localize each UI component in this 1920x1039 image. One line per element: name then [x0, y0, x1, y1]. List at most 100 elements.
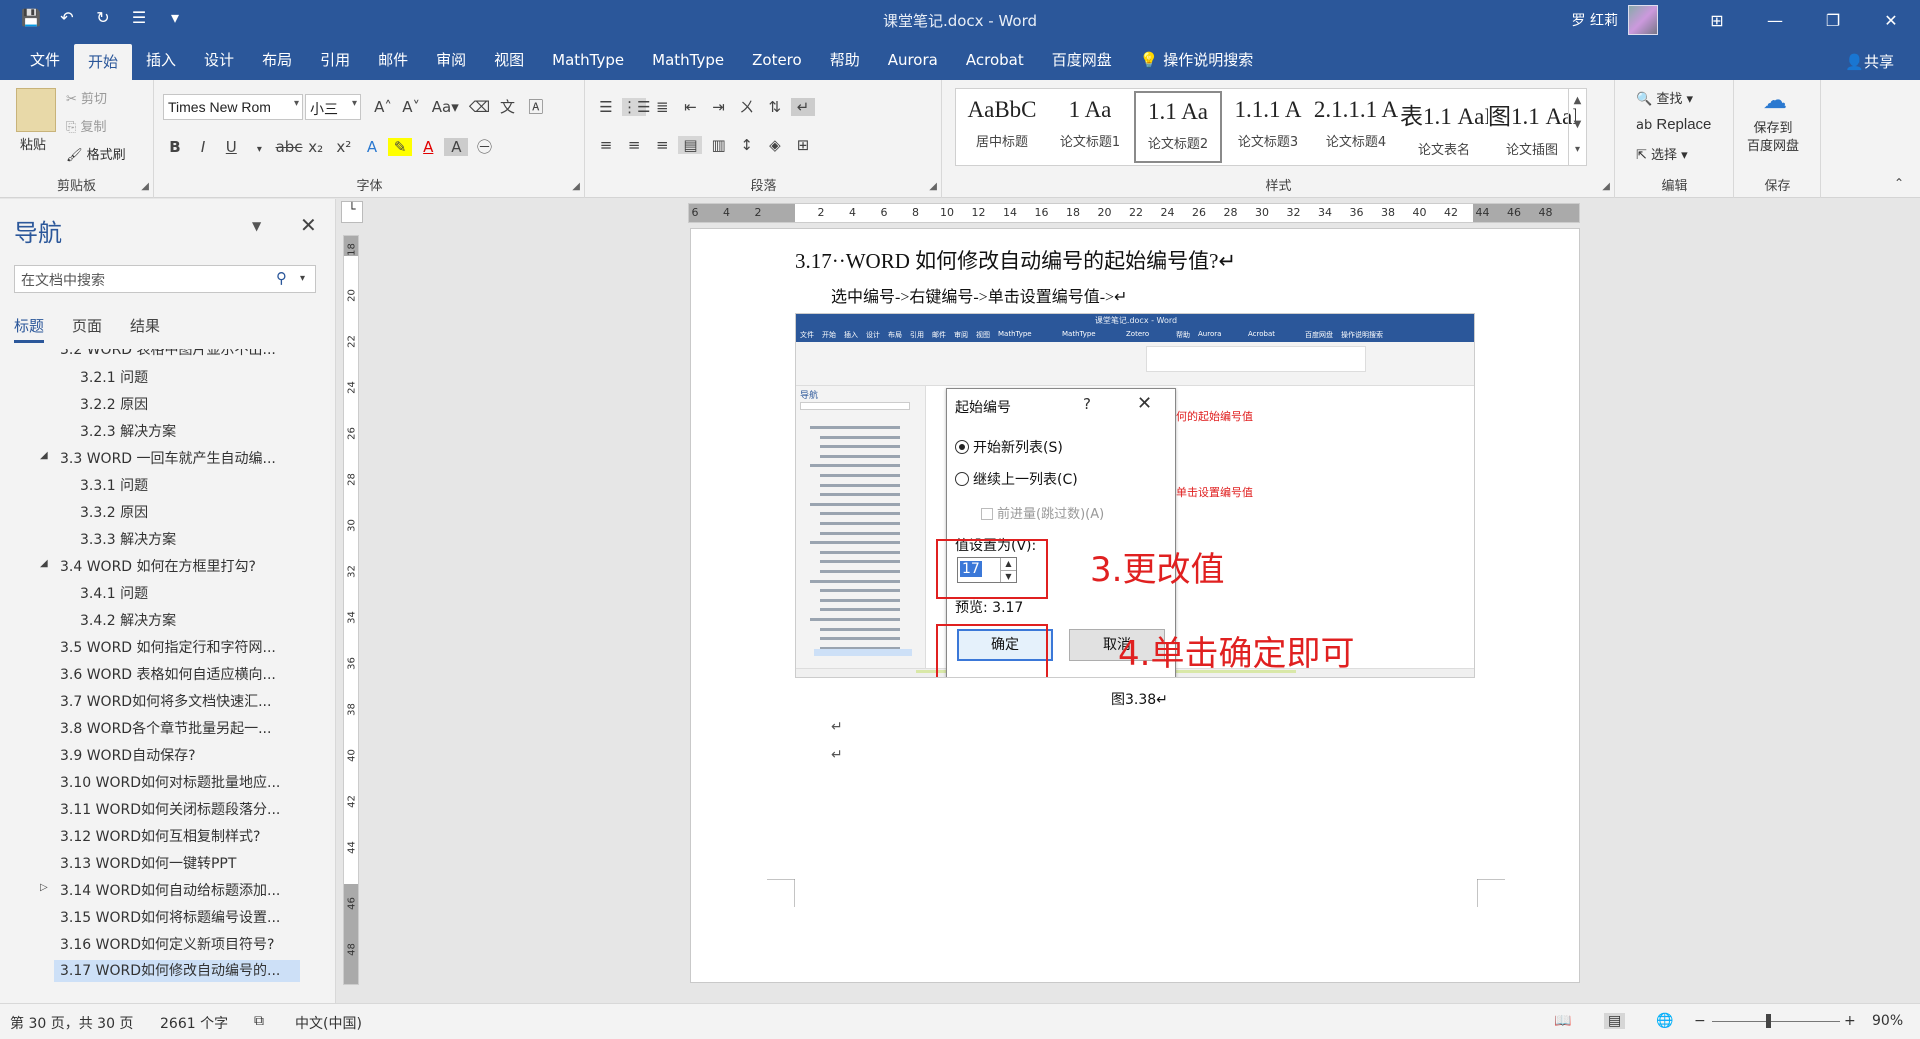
- document-heading[interactable]: 3.17··WORD 如何修改自动编号的起始编号值?↵: [795, 245, 1236, 275]
- avatar[interactable]: [1628, 5, 1658, 35]
- tab-mailings[interactable]: 邮件: [364, 40, 422, 80]
- dialog-launcher-icon[interactable]: ◢: [929, 181, 937, 192]
- tab-view[interactable]: 视图: [480, 40, 538, 80]
- nav-heading-item[interactable]: 3.14 WORD如何自动给标题添加...: [60, 880, 280, 902]
- select-button[interactable]: ⇱ 选择 ▾: [1636, 144, 1688, 163]
- align-center-icon[interactable]: ≡: [622, 136, 646, 154]
- decrease-indent-icon[interactable]: ⇤: [678, 98, 702, 116]
- dialog-launcher-icon[interactable]: ◢: [1602, 181, 1610, 192]
- undo-icon[interactable]: ↶: [56, 8, 78, 27]
- dialog-launcher-icon[interactable]: ◢: [141, 181, 149, 192]
- nav-heading-item[interactable]: 3.10 WORD如何对标题批量地应...: [60, 772, 280, 794]
- nav-tab-pages[interactable]: 页面: [72, 315, 102, 343]
- font-name-field[interactable]: Times New Rom ▾: [163, 94, 303, 120]
- embedded-screenshot[interactable]: 课堂笔记.docx - Word 文件 开始 插入 设计 布局 引用 邮件 审阅 视图 MathT…: [795, 313, 1475, 678]
- tab-aurora[interactable]: Aurora: [874, 40, 952, 80]
- nav-heading-item[interactable]: 3.6 WORD 表格如何自适应横向...: [60, 664, 276, 686]
- nav-heading-item[interactable]: 3.11 WORD如何关闭标题段落分...: [60, 799, 280, 821]
- grow-font-icon[interactable]: A˄: [371, 98, 395, 116]
- shrink-font-icon[interactable]: A˅: [399, 98, 423, 116]
- italic-icon[interactable]: I: [191, 138, 215, 156]
- nav-heading-item[interactable]: 3.4.2 解决方案: [80, 610, 176, 632]
- document-page[interactable]: 3.17··WORD 如何修改自动编号的起始编号值?↵ 选中编号->右键编号->…: [690, 228, 1580, 983]
- nav-heading-item[interactable]: 3.3.1 问题: [80, 475, 148, 497]
- page-count[interactable]: 第 30 页，共 30 页: [10, 1013, 133, 1033]
- tab-zotero[interactable]: Zotero: [738, 40, 816, 80]
- tab-help[interactable]: 帮助: [816, 40, 874, 80]
- phonetic-guide-icon[interactable]: 文: [496, 96, 520, 117]
- bold-icon[interactable]: B: [163, 138, 187, 156]
- tab-file[interactable]: 文件: [16, 40, 74, 80]
- tab-design[interactable]: 设计: [190, 40, 248, 80]
- sort-icon[interactable]: ⇅: [763, 98, 787, 116]
- dialog-launcher-icon[interactable]: ◢: [572, 181, 580, 192]
- format-painter-button[interactable]: 🖌 格式刷: [66, 144, 126, 163]
- underline-dropdown-icon[interactable]: ▾: [247, 144, 271, 155]
- minimize-button[interactable]: —: [1746, 0, 1804, 40]
- zoom-in-icon[interactable]: +: [1844, 1013, 1856, 1029]
- replace-button[interactable]: ab Replace: [1636, 116, 1711, 133]
- zoom-slider-thumb[interactable]: [1766, 1014, 1771, 1028]
- font-size-field[interactable]: 小三 ▾: [305, 94, 361, 120]
- highlight-icon[interactable]: ✎: [388, 138, 413, 156]
- nav-heading-item-selected[interactable]: 3.17 WORD如何修改自动编号的...: [54, 960, 300, 982]
- nav-heading-item[interactable]: 3.2 WORD 表格中图片显示不出...: [60, 349, 276, 361]
- search-icon[interactable]: ⚲: [276, 269, 287, 287]
- nav-heading-item[interactable]: 3.7 WORD如何将多文档快速汇...: [60, 691, 271, 713]
- find-button[interactable]: 🔍 查找 ▾: [1636, 88, 1693, 107]
- borders-icon[interactable]: ⊞: [791, 136, 815, 154]
- save-to-baidu-button[interactable]: 保存到 百度网盘: [1747, 120, 1799, 156]
- cut-button[interactable]: ✂ 剪切: [66, 88, 107, 107]
- increase-indent-icon[interactable]: ⇥: [707, 98, 731, 116]
- user-name[interactable]: 罗 红莉: [1572, 10, 1618, 30]
- touch-mode-icon[interactable]: ☰: [128, 8, 150, 27]
- nav-heading-item[interactable]: 3.3 WORD 一回车就产生自动编...: [60, 448, 276, 470]
- nav-heading-item[interactable]: 3.15 WORD如何将标题编号设置...: [60, 907, 280, 929]
- multilevel-list-icon[interactable]: ≣: [650, 98, 674, 116]
- tab-baidu-netdisk[interactable]: 百度网盘: [1038, 40, 1126, 80]
- web-layout-icon[interactable]: 🌐: [1656, 1013, 1673, 1029]
- collapse-ribbon-icon[interactable]: ⌃: [1894, 176, 1904, 190]
- show-marks-icon[interactable]: ↵: [790, 98, 815, 116]
- tab-home[interactable]: 开始: [74, 44, 133, 80]
- align-left-icon[interactable]: ≡: [594, 136, 618, 154]
- checkbox-advance-value[interactable]: 前进量(跳过数)(A): [981, 503, 1104, 522]
- proofing-icon[interactable]: ⧉: [254, 1013, 264, 1029]
- collapse-triangle-icon[interactable]: ◢: [40, 450, 48, 461]
- nav-heading-item[interactable]: 3.16 WORD如何定义新项目符号?: [60, 934, 274, 956]
- tab-mathtype-2[interactable]: MathType: [638, 40, 738, 80]
- print-layout-icon[interactable]: ▤: [1604, 1013, 1626, 1029]
- justify-icon[interactable]: ▤: [678, 136, 703, 154]
- zoom-slider[interactable]: [1712, 1021, 1840, 1022]
- expand-triangle-icon[interactable]: ▷: [40, 882, 48, 893]
- document-paragraph[interactable]: 选中编号->右键编号->单击设置编号值->↵: [831, 283, 1127, 307]
- nav-heading-item[interactable]: 3.12 WORD如何互相复制样式?: [60, 826, 260, 848]
- zoom-out-icon[interactable]: −: [1694, 1013, 1706, 1029]
- copy-button[interactable]: ⎘ 复制: [66, 116, 107, 135]
- nav-tab-headings[interactable]: 标题: [14, 315, 45, 343]
- figure-caption[interactable]: 图3.38↵: [1111, 689, 1168, 709]
- customize-icon[interactable]: ▾: [164, 8, 186, 27]
- nav-heading-item[interactable]: 3.9 WORD自动保存?: [60, 745, 196, 767]
- ribbon-display-icon[interactable]: ⊞: [1688, 0, 1746, 40]
- save-icon[interactable]: 💾: [20, 8, 42, 27]
- align-right-icon[interactable]: ≡: [650, 136, 674, 154]
- redo-icon[interactable]: ↻: [92, 8, 114, 27]
- text-effects-icon[interactable]: A: [360, 138, 384, 156]
- chinese-layout-icon[interactable]: ㄨ: [735, 96, 759, 117]
- shading-icon[interactable]: ◈: [763, 136, 787, 154]
- tab-review[interactable]: 审阅: [422, 40, 480, 80]
- collapse-triangle-icon[interactable]: ◢: [40, 558, 48, 569]
- subscript-icon[interactable]: x₂: [304, 138, 328, 156]
- tab-insert[interactable]: 插入: [132, 40, 190, 80]
- nav-heading-item[interactable]: 3.2.1 问题: [80, 367, 148, 389]
- baidu-cloud-icon[interactable]: ☁: [1763, 86, 1787, 114]
- tell-me-search[interactable]: 💡 操作说明搜索: [1126, 40, 1267, 80]
- change-case-icon[interactable]: Aa▾: [427, 98, 463, 116]
- clear-formatting-icon[interactable]: ⌫: [467, 98, 491, 116]
- bullets-icon[interactable]: ☰: [594, 98, 618, 116]
- radio-continue-list[interactable]: 继续上一列表(C): [955, 469, 1078, 489]
- nav-tab-results[interactable]: 结果: [130, 315, 160, 343]
- restore-button[interactable]: ❐: [1804, 0, 1862, 40]
- chevron-down-icon[interactable]: ▾: [300, 273, 305, 284]
